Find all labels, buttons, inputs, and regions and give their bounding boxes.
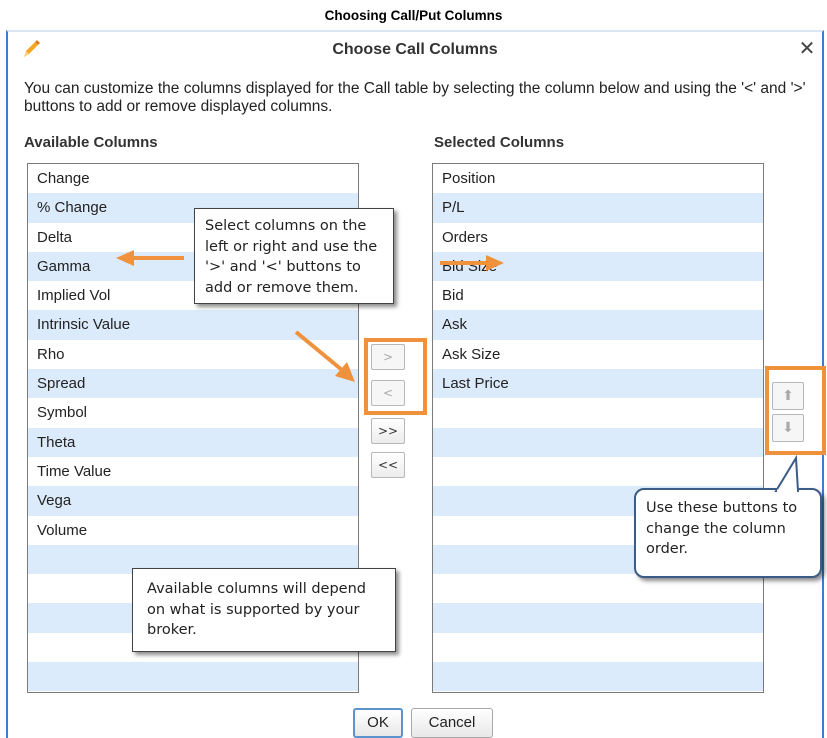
available-column-list-item[interactable]	[28, 691, 358, 692]
selected-column-list-item[interactable]	[433, 691, 763, 692]
available-column-list-item[interactable]: Time Value	[28, 456, 358, 487]
close-icon[interactable]: ✕	[796, 38, 818, 60]
available-column-list-item[interactable]: Change	[28, 164, 358, 194]
selected-column-list-item[interactable]	[433, 632, 763, 663]
selected-column-list-item[interactable]: Last Price	[433, 369, 763, 399]
remove-all-columns-button[interactable]: <<	[371, 452, 405, 478]
cancel-button[interactable]: Cancel	[411, 708, 493, 738]
add-all-columns-button[interactable]: >>	[371, 418, 405, 444]
available-columns-header: Available Columns	[24, 134, 158, 151]
ok-button[interactable]: OK	[353, 708, 403, 738]
selected-column-list-item[interactable]	[433, 398, 763, 428]
available-column-list-item[interactable]	[28, 662, 358, 692]
transfer-buttons-highlight	[364, 338, 427, 415]
available-column-list-item[interactable]: Theta	[28, 427, 358, 457]
dialog-titlebar: Choose Call Columns ✕	[8, 32, 822, 66]
dialog-title: Choose Call Columns	[332, 41, 498, 58]
available-column-list-item[interactable]: Symbol	[28, 398, 358, 428]
selected-column-list-item[interactable]	[433, 662, 763, 692]
choose-columns-dialog: Choose Call Columns ✕ You can customize …	[6, 30, 826, 738]
select-columns-callout: Select columns on the left or right and …	[194, 208, 394, 304]
selected-column-list-item[interactable]: Position	[433, 164, 763, 194]
order-callout-pointer	[774, 454, 800, 492]
available-columns-callout: Available columns will depend on what is…	[132, 568, 396, 652]
selected-column-list-item[interactable]: Bid Size	[433, 251, 763, 282]
dialog-description: You can customize the columns displayed …	[24, 80, 806, 115]
selected-column-list-item[interactable]: Orders	[433, 222, 763, 252]
selected-column-list-item[interactable]	[433, 456, 763, 487]
selected-columns-header: Selected Columns	[434, 134, 565, 151]
available-column-list-item[interactable]: Spread	[28, 369, 358, 399]
selected-column-list-item[interactable]	[433, 427, 763, 457]
available-column-list-item[interactable]: Vega	[28, 486, 358, 516]
selected-column-list-item[interactable]: P/L	[433, 193, 763, 223]
selected-column-list-item[interactable]: Ask Size	[433, 339, 763, 370]
available-column-list-item[interactable]: Volume	[28, 515, 358, 545]
available-column-list-item[interactable]: Rho	[28, 339, 358, 370]
page-heading: Choosing Call/Put Columns	[324, 8, 503, 23]
available-column-list-item[interactable]: Intrinsic Value	[28, 310, 358, 340]
selected-column-list-item[interactable]	[433, 603, 763, 633]
order-buttons-callout: Use these buttons to change the column o…	[634, 488, 822, 578]
selected-column-list-item[interactable]: Ask	[433, 310, 763, 340]
selected-columns-list[interactable]: Position P/L Orders Bid Size Bid Ask Ask Size L…	[432, 163, 764, 693]
order-buttons-highlight	[765, 366, 826, 455]
selected-column-list-item[interactable]: Bid	[433, 281, 763, 311]
selected-column-list-item[interactable]	[433, 574, 763, 604]
